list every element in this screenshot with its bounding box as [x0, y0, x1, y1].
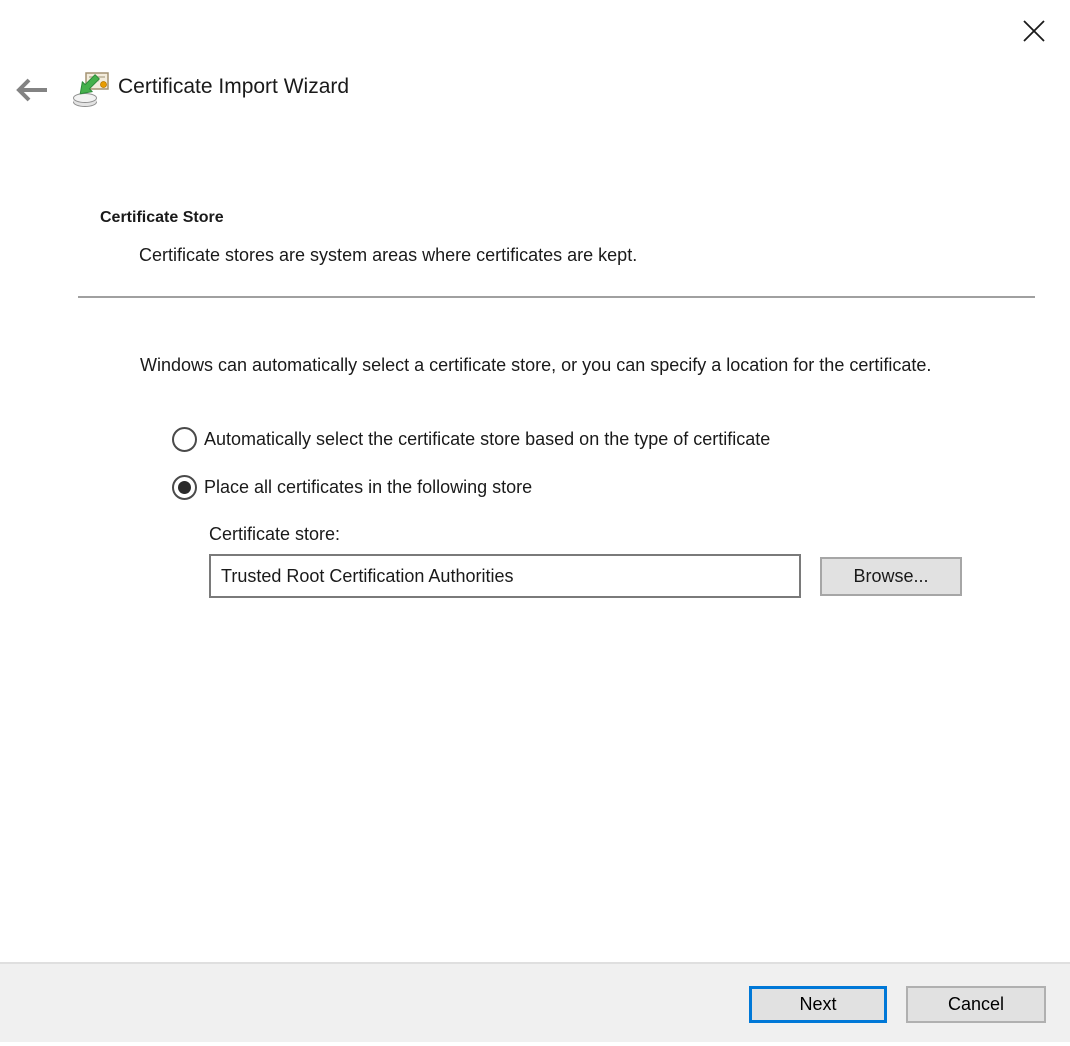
back-button[interactable]: [12, 72, 52, 108]
certificate-store-input[interactable]: [209, 554, 801, 598]
section-divider: [78, 296, 1035, 298]
radio-circle-place-all[interactable]: [172, 475, 197, 500]
page-title: Certificate Import Wizard: [118, 75, 349, 99]
section-subheading: Certificate stores are system areas wher…: [139, 245, 637, 266]
radio-circle-automatic[interactable]: [172, 427, 197, 452]
certificate-import-wizard-window: Certificate Import Wizard Certificate St…: [0, 0, 1070, 1046]
radio-option-place-all[interactable]: Place all certificates in the following …: [172, 475, 532, 500]
browse-button[interactable]: Browse...: [820, 557, 962, 596]
section-heading: Certificate Store: [100, 209, 224, 227]
certificate-store-label: Certificate store:: [209, 524, 340, 545]
close-button[interactable]: [1016, 14, 1052, 48]
next-button[interactable]: Next: [749, 986, 887, 1023]
back-arrow-icon: [14, 76, 50, 104]
radio-option-automatic[interactable]: Automatically select the certificate sto…: [172, 427, 770, 452]
cancel-button[interactable]: Cancel: [906, 986, 1046, 1023]
intro-text: Windows can automatically select a certi…: [140, 352, 968, 379]
footer-bar: Next Cancel: [0, 962, 1070, 1042]
certificate-import-icon: [72, 70, 110, 108]
radio-label-place-all: Place all certificates in the following …: [204, 477, 532, 498]
wizard-header: Certificate Import Wizard: [0, 66, 1070, 114]
radio-label-automatic: Automatically select the certificate sto…: [204, 429, 770, 450]
close-icon: [1020, 17, 1048, 45]
